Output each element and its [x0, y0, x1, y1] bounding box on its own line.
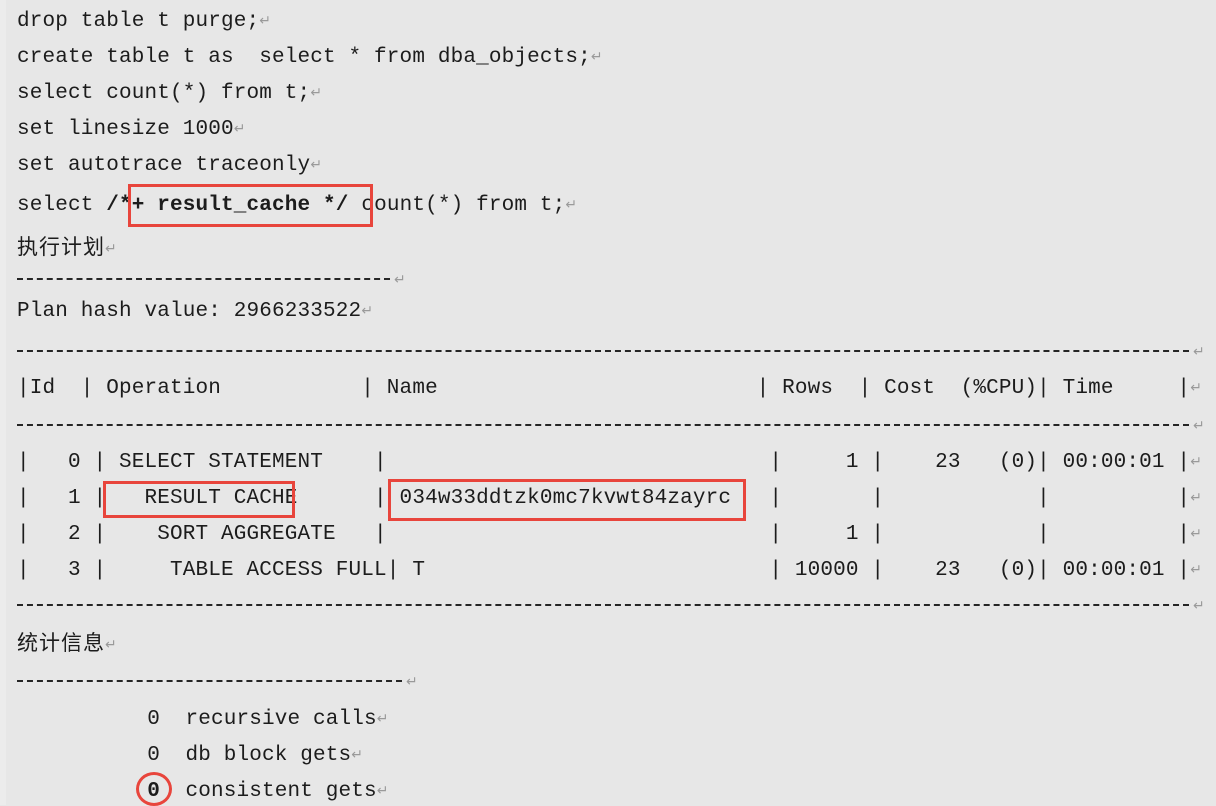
sql-line-drop-table: drop table t purge;↵	[17, 8, 271, 35]
plan-row-text: | 2 | SORT AGGREGATE | | 1 | | |	[17, 523, 1191, 546]
statistics-row-db-block-gets: 0 db block gets↵	[0, 742, 363, 769]
paragraph-mark-icon: ↵	[1190, 490, 1203, 506]
paragraph-mark-icon: ↵	[1193, 418, 1205, 434]
paragraph-mark-icon: ↵	[1190, 380, 1203, 396]
sql-line-text: drop table t purge;	[17, 10, 260, 33]
statistics-label: recursive calls	[185, 708, 377, 731]
paragraph-mark-icon: ↵	[105, 637, 118, 653]
paragraph-mark-icon: ↵	[361, 303, 374, 319]
sql-line-create-table: create table t as select * from dba_obje…	[17, 44, 603, 71]
plan-row-text: | 3 | TABLE ACCESS FULL| T | 10000 | 23 …	[17, 559, 1191, 582]
paragraph-mark-icon: ↵	[1190, 562, 1203, 578]
sql-line-hinted-select: select /*+ result_cache */ count(*) from…	[17, 192, 577, 219]
statistics-value: 0	[147, 708, 160, 731]
paragraph-mark-icon: ↵	[259, 13, 272, 29]
statistics-value: 0	[147, 744, 160, 767]
execution-plan-heading-text: 执行计划	[17, 235, 105, 259]
sql-line-set-linesize: set linesize 1000↵	[17, 116, 246, 143]
plan-table-row: | 0 | SELECT STATEMENT | | 1 | 23 (0)| 0…	[17, 449, 1202, 476]
statistics-value: 0	[147, 780, 160, 803]
paragraph-mark-icon: ↵	[351, 747, 364, 763]
paragraph-mark-icon: ↵	[310, 157, 323, 173]
separator-plan-header	[17, 424, 1189, 426]
result-cache-hint: /*+ result_cache */	[106, 194, 349, 217]
paragraph-mark-icon: ↵	[406, 674, 418, 690]
statistics-heading: 统计信息↵	[17, 630, 118, 658]
statistics-label: consistent gets	[185, 780, 377, 803]
plan-table-header-row: |Id | Operation | Name | Rows | Cost (%C…	[17, 375, 1202, 402]
paragraph-mark-icon: ↵	[105, 241, 118, 257]
sql-line-select-count: select count(*) from t;↵	[17, 80, 322, 107]
paragraph-mark-icon: ↵	[394, 272, 406, 288]
paragraph-mark-icon: ↵	[590, 49, 603, 65]
paragraph-mark-icon: ↵	[565, 197, 578, 213]
separator-execution-plan	[17, 278, 390, 280]
sql-line-set-autotrace: set autotrace traceonly↵	[17, 152, 322, 179]
plan-table-row: | 3 | TABLE ACCESS FULL| T | 10000 | 23 …	[17, 557, 1202, 584]
sql-line-text: select count(*) from t;	[17, 82, 311, 105]
statistics-label: db block gets	[185, 744, 352, 767]
statistics-heading-text: 统计信息	[17, 631, 105, 655]
document-page: drop table t purge;↵ create table t as s…	[0, 0, 1216, 806]
hinted-select-prefix: select	[17, 194, 107, 217]
paragraph-mark-icon: ↵	[233, 121, 246, 137]
paragraph-mark-icon: ↵	[376, 711, 389, 727]
paragraph-mark-icon: ↵	[1190, 526, 1203, 542]
plan-hash-value-text: Plan hash value: 2966233522	[17, 300, 362, 323]
paragraph-mark-icon: ↵	[310, 85, 323, 101]
paragraph-mark-icon: ↵	[1193, 598, 1205, 614]
statistics-row-recursive-calls: 0 recursive calls↵	[0, 706, 389, 733]
plan-row-text: | 0 | SELECT STATEMENT | | 1 | 23 (0)| 0…	[17, 451, 1191, 474]
execution-plan-heading: 执行计划↵	[17, 234, 118, 262]
paragraph-mark-icon: ↵	[1190, 454, 1203, 470]
separator-plan-top	[17, 350, 1189, 352]
plan-row-text: | 1 | RESULT CACHE | 034w33ddtzk0mc7kvwt…	[17, 487, 1191, 510]
sql-line-text: create table t as select * from dba_obje…	[17, 46, 591, 69]
plan-hash-value: Plan hash value: 2966233522↵	[17, 298, 373, 325]
separator-plan-bottom	[17, 604, 1189, 606]
statistics-row-consistent-gets: 0 consistent gets↵	[0, 778, 389, 805]
plan-table-header-text: |Id | Operation | Name | Rows | Cost (%C…	[17, 377, 1191, 400]
hinted-select-suffix: count(*) from t;	[348, 194, 566, 217]
sql-line-text: set linesize 1000	[17, 118, 234, 141]
sql-line-text: set autotrace traceonly	[17, 154, 311, 177]
separator-statistics	[17, 680, 402, 682]
page-left-margin	[0, 0, 6, 805]
paragraph-mark-icon: ↵	[376, 783, 389, 799]
plan-table-row: | 1 | RESULT CACHE | 034w33ddtzk0mc7kvwt…	[17, 485, 1202, 512]
plan-table-row: | 2 | SORT AGGREGATE | | 1 | | |↵	[17, 521, 1202, 548]
paragraph-mark-icon: ↵	[1193, 344, 1205, 360]
